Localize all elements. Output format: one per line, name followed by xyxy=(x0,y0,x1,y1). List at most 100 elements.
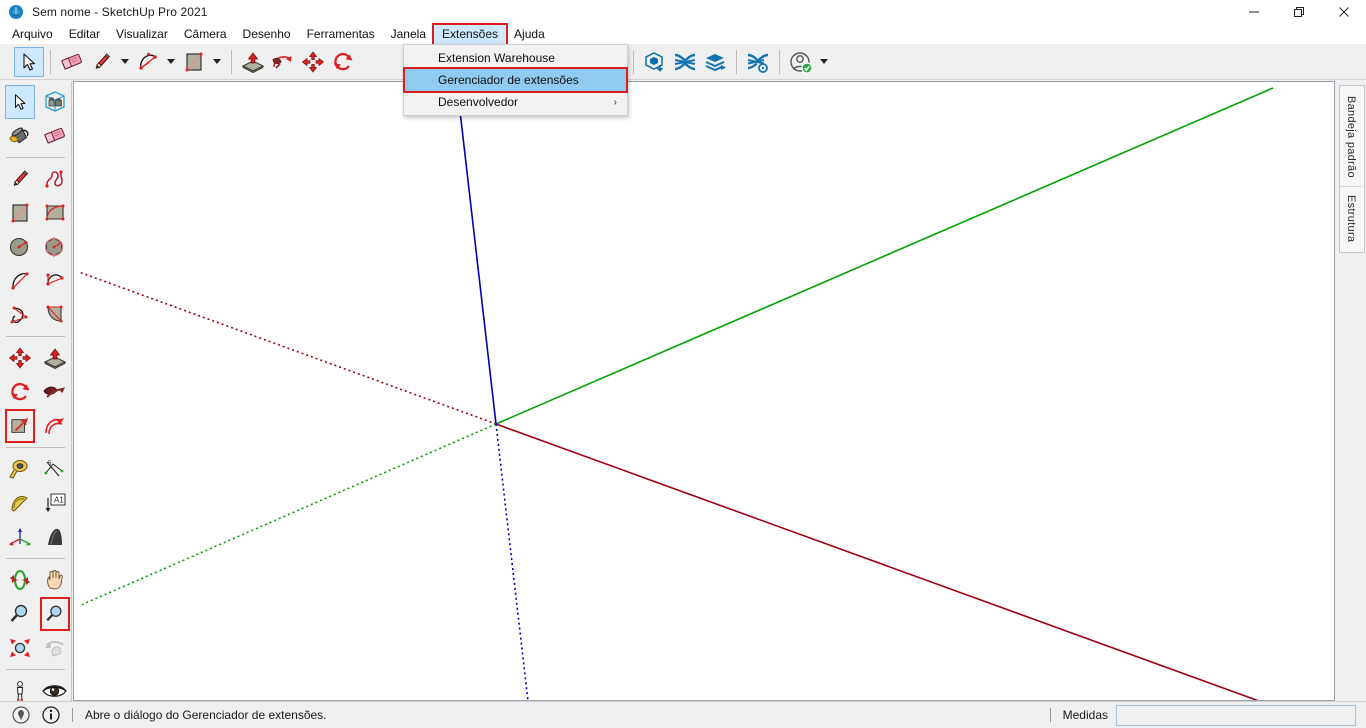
toolbar-pushpull-tool[interactable] xyxy=(238,47,268,77)
chevron-down-icon xyxy=(213,59,221,64)
left-three-point-arc-tool[interactable] xyxy=(5,298,35,332)
left-arc-tool[interactable] xyxy=(5,264,35,298)
left-pan-tool[interactable] xyxy=(40,563,70,597)
left-toolbar-separator xyxy=(6,157,65,158)
left-two-point-arc-tool[interactable] xyxy=(40,264,70,298)
left-toolbar-row xyxy=(0,264,71,298)
toolbar-eraser-tool[interactable] xyxy=(57,47,87,77)
toolbar-rectangle-dropdown[interactable] xyxy=(209,47,225,77)
help-shield-icon[interactable] xyxy=(12,706,30,724)
menu-item-gerenciador-de-extensoes[interactable]: Gerenciador de extensões xyxy=(403,67,628,93)
menu-arquivo[interactable]: Arquivo xyxy=(4,25,61,44)
left-rectangle-tool[interactable] xyxy=(5,196,35,230)
sketchup-window: Sem nome - SketchUp Pro 2021 Arquivo Edi… xyxy=(0,0,1366,728)
left-previous-view-tool[interactable] xyxy=(40,631,70,665)
left-polygon-tool[interactable] xyxy=(40,230,70,264)
toolbar-arc-tool[interactable] xyxy=(133,47,163,77)
toolbar-model-info[interactable] xyxy=(640,47,670,77)
menu-ferramentas[interactable]: Ferramentas xyxy=(299,25,383,44)
toolbar-rotate-tool[interactable] xyxy=(328,47,358,77)
toolbar-layout-send[interactable] xyxy=(670,47,700,77)
left-toolbar-row: 5 xyxy=(0,452,71,486)
close-button[interactable] xyxy=(1321,0,1366,24)
toolbar-rectangle-tool[interactable] xyxy=(179,47,209,77)
left-protractor-tool[interactable] xyxy=(5,486,35,520)
measurement-input[interactable] xyxy=(1116,704,1356,726)
left-rotated-rectangle-tool[interactable] xyxy=(40,196,70,230)
cube-download-icon xyxy=(645,51,664,72)
menu-visualizar[interactable]: Visualizar xyxy=(108,25,176,44)
left-rotate-tool[interactable] xyxy=(5,375,35,409)
left-orbit-tool[interactable] xyxy=(5,563,35,597)
left-zoom-window-tool[interactable] xyxy=(40,597,70,631)
menu-extensoes-label: Extensões xyxy=(442,27,499,41)
toolbar-account-dropdown[interactable] xyxy=(816,47,832,77)
left-select-tool[interactable] xyxy=(5,85,35,119)
protractor-icon xyxy=(11,496,28,512)
left-move-tool[interactable] xyxy=(5,341,35,375)
toolbar-select-tool[interactable] xyxy=(14,46,44,77)
arc-icon xyxy=(139,52,157,70)
left-pushpull-tool[interactable] xyxy=(40,341,70,375)
status-bar: Abre o diálogo do Gerenciador de extensõ… xyxy=(0,701,1366,728)
left-eraser-tool[interactable] xyxy=(40,119,70,153)
toolbar-layers[interactable] xyxy=(700,47,730,77)
info-circle-icon[interactable] xyxy=(42,706,60,724)
toolbar-separator xyxy=(779,49,780,74)
toolbar-followme-tool[interactable] xyxy=(268,47,298,77)
toolbar-line-tool[interactable] xyxy=(87,47,117,77)
left-tape-measure-tool[interactable] xyxy=(5,452,35,486)
follow-me-icon xyxy=(43,386,65,398)
menu-editar[interactable]: Editar xyxy=(61,25,108,44)
left-make-component-tool[interactable] xyxy=(40,85,70,119)
left-dimension-tool[interactable]: 5 xyxy=(40,452,70,486)
left-followme-tool[interactable] xyxy=(40,375,70,409)
title-bar: Sem nome - SketchUp Pro 2021 xyxy=(0,0,1366,24)
left-line-tool[interactable] xyxy=(5,162,35,196)
menu-item-desenvolvedor[interactable]: Desenvolvedor › xyxy=(404,91,627,113)
toolbar-account[interactable] xyxy=(786,47,816,77)
window-controls xyxy=(1231,0,1366,24)
rectangle-icon xyxy=(11,203,29,223)
toolbar-layout-settings[interactable] xyxy=(743,47,773,77)
user-account-icon xyxy=(790,51,813,74)
toolbar-arc-dropdown[interactable] xyxy=(163,47,179,77)
measurement-label: Medidas xyxy=(1062,708,1108,722)
left-circle-tool[interactable] xyxy=(5,230,35,264)
sketchup-logo-icon xyxy=(8,4,24,20)
left-text-tool[interactable]: A1 xyxy=(40,486,70,520)
left-zoom-tool[interactable] xyxy=(5,597,35,631)
menu-camera[interactable]: Câmera xyxy=(176,25,235,44)
left-paint-bucket-tool[interactable] xyxy=(5,119,35,153)
toolbar-line-dropdown[interactable] xyxy=(117,47,133,77)
move-arrows-icon xyxy=(8,347,32,369)
left-freehand-tool[interactable] xyxy=(40,162,70,196)
paint-bucket-icon xyxy=(9,127,29,144)
tab-bandeja-padrao[interactable]: Bandeja padrão xyxy=(1340,88,1362,186)
status-divider xyxy=(1049,708,1051,722)
minimize-button[interactable] xyxy=(1231,0,1276,24)
left-zoom-extents-tool[interactable] xyxy=(5,631,35,665)
drawing-canvas[interactable] xyxy=(73,81,1335,701)
pie-icon xyxy=(46,305,63,323)
toolbar-move-tool[interactable] xyxy=(298,47,328,77)
chevron-down-icon xyxy=(167,59,175,64)
left-toolbar-row xyxy=(0,162,71,196)
axes-icon xyxy=(9,528,31,546)
menu-extensoes[interactable]: Extensões xyxy=(431,22,509,46)
left-scale-tool[interactable] xyxy=(5,409,35,443)
tab-estrutura[interactable]: Estrutura xyxy=(1340,185,1362,250)
menu-desenho[interactable]: Desenho xyxy=(235,25,299,44)
menu-visualizar-label: Visualizar xyxy=(116,27,168,41)
left-three-d-text-tool[interactable] xyxy=(40,520,70,554)
menu-item-extension-warehouse[interactable]: Extension Warehouse xyxy=(404,47,627,69)
chevron-down-icon xyxy=(121,59,129,64)
left-pie-tool[interactable] xyxy=(40,298,70,332)
left-axes-tool[interactable] xyxy=(5,520,35,554)
menu-ajuda[interactable]: Ajuda xyxy=(506,25,553,44)
menu-janela[interactable]: Janela xyxy=(383,25,434,44)
menu-item-extension-warehouse-label: Extension Warehouse xyxy=(438,51,555,65)
left-offset-tool[interactable] xyxy=(40,409,70,443)
maximize-button[interactable] xyxy=(1276,0,1321,24)
left-toolbar: 5 A1 xyxy=(0,81,72,701)
